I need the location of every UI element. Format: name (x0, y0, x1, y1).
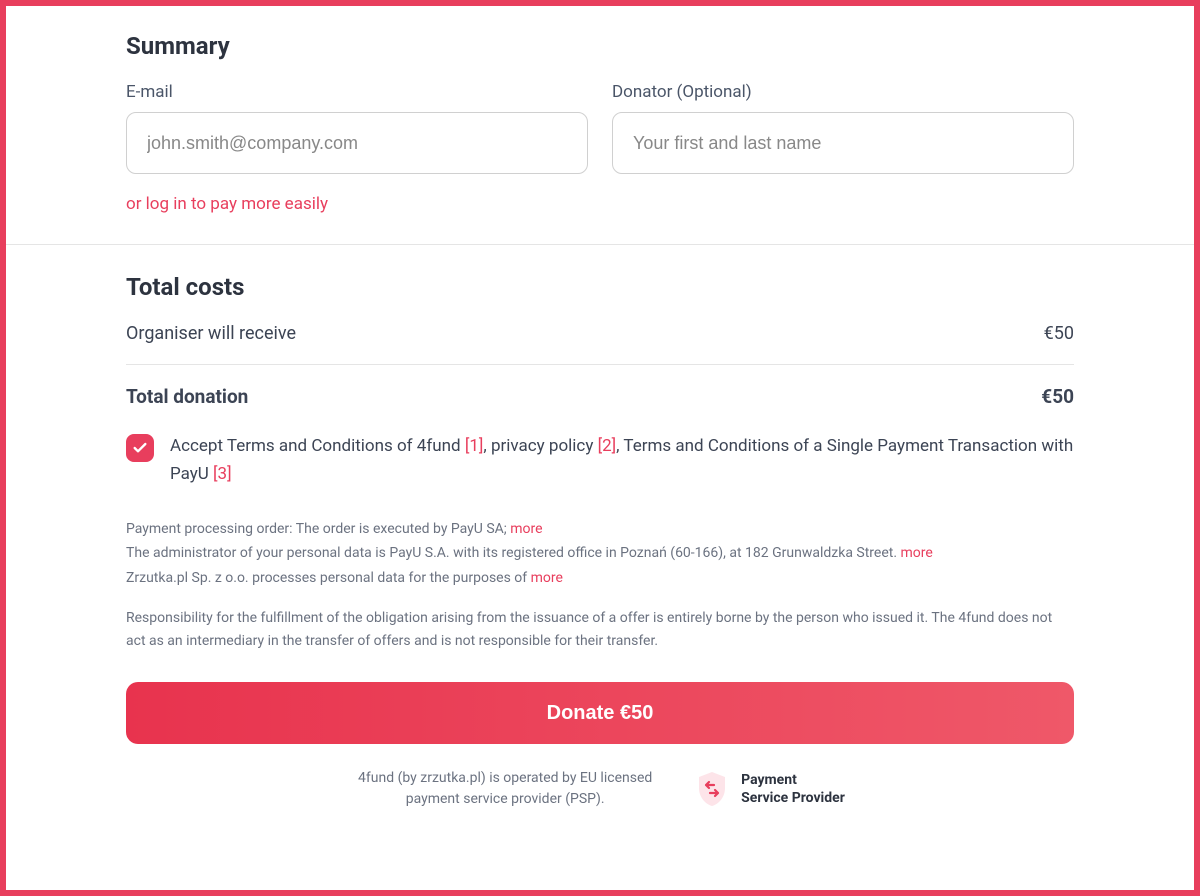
check-icon (132, 440, 148, 456)
terms-ref3[interactable]: [3] (213, 464, 232, 484)
summary-heading: Summary (126, 32, 1074, 60)
terms-checkbox[interactable] (126, 434, 154, 462)
organiser-row: Organiser will receive €50 (126, 323, 1074, 365)
costs-heading: Total costs (126, 273, 1074, 301)
terms-part1: Accept Terms and Conditions of 4fund (170, 436, 465, 456)
terms-ref2[interactable]: [2] (598, 436, 617, 456)
terms-ref1[interactable]: [1] (465, 436, 484, 456)
total-label: Total donation (126, 385, 248, 408)
email-label: E-mail (126, 82, 588, 102)
costs-section: Total costs Organiser will receive €50 T… (6, 245, 1194, 834)
more-link-1[interactable]: more (510, 521, 542, 537)
organiser-label: Organiser will receive (126, 323, 296, 344)
footer-operated-by: 4fund (by zrzutka.pl) is operated by EU … (355, 768, 655, 810)
fine-line3: Zrzutka.pl Sp. z o.o. processes personal… (126, 570, 531, 586)
psp-line1: Payment (741, 771, 845, 789)
donator-group: Donator (Optional) (612, 82, 1074, 174)
donator-label: Donator (Optional) (612, 82, 1074, 102)
psp-line2: Service Provider (741, 789, 845, 807)
email-input[interactable] (126, 112, 588, 174)
more-link-2[interactable]: more (901, 545, 933, 561)
terms-part2: , privacy policy (483, 436, 597, 456)
fine-responsibility: Responsibility for the fulfillment of th… (126, 607, 1074, 652)
email-group: E-mail (126, 82, 588, 174)
organiser-amount: €50 (1044, 323, 1074, 344)
terms-text: Accept Terms and Conditions of 4fund [1]… (170, 432, 1074, 488)
footer: 4fund (by zrzutka.pl) is operated by EU … (126, 768, 1074, 810)
donate-button[interactable]: Donate €50 (126, 682, 1074, 744)
summary-section: Summary E-mail Donator (Optional) or log… (6, 6, 1194, 245)
psp-label: Payment Service Provider (741, 771, 845, 807)
fine-line1: Payment processing order: The order is e… (126, 521, 510, 537)
total-row: Total donation €50 (126, 385, 1074, 408)
donator-input[interactable] (612, 112, 1074, 174)
psp-badge: Payment Service Provider (695, 770, 845, 808)
fine-line2: The administrator of your personal data … (126, 545, 901, 561)
login-link[interactable]: or log in to pay more easily (126, 194, 328, 214)
shield-icon (695, 770, 729, 808)
terms-row: Accept Terms and Conditions of 4fund [1]… (126, 432, 1074, 488)
more-link-3[interactable]: more (531, 570, 563, 586)
fine-print: Payment processing order: The order is e… (126, 518, 1074, 652)
total-amount: €50 (1041, 385, 1074, 408)
